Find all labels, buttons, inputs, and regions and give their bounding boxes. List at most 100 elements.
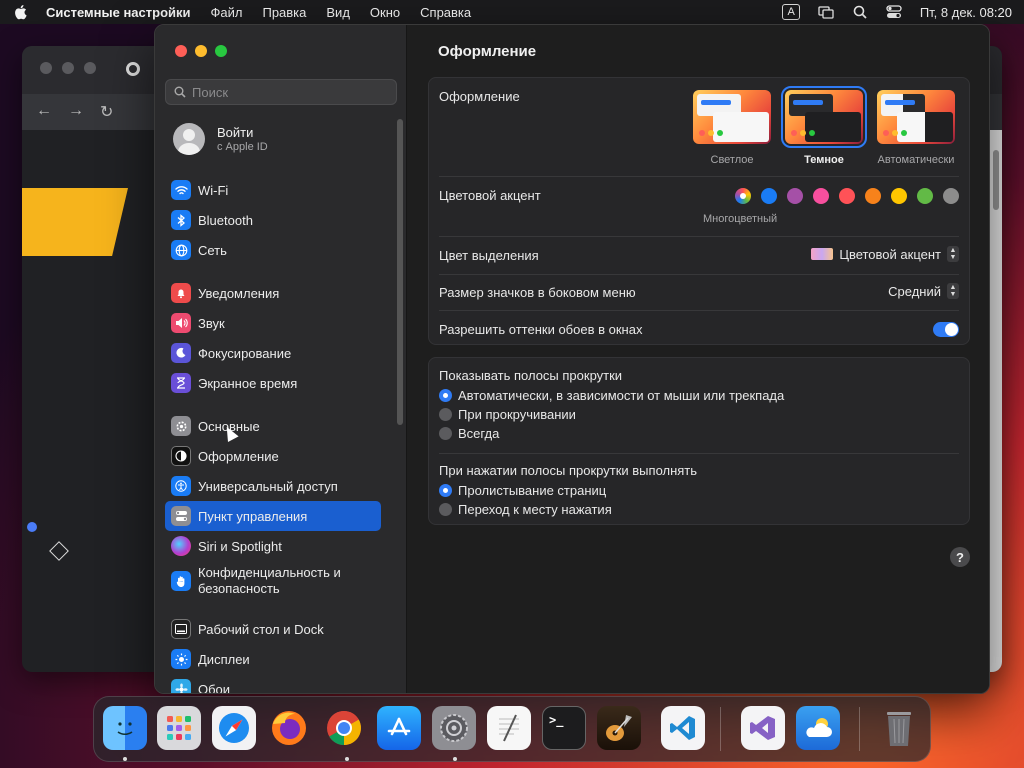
accent-orange-swatch[interactable]: [865, 188, 881, 204]
sidebar-item-wallpaper[interactable]: Обои: [165, 674, 381, 693]
dock: >_: [93, 696, 931, 762]
scrollbar-thumb[interactable]: [993, 150, 999, 210]
theme-dark-thumbnail[interactable]: [781, 86, 867, 148]
accent-multicolor-swatch[interactable]: [735, 188, 751, 204]
accessibility-icon: [171, 476, 191, 496]
minimize-window-button[interactable]: [195, 45, 207, 57]
sidebar-item-appearance[interactable]: Оформление: [165, 441, 381, 471]
running-indicator: [345, 757, 349, 761]
launchpad-icon[interactable]: [157, 706, 201, 750]
sidebar-item-label: Сеть: [198, 242, 227, 258]
menu-window[interactable]: Окно: [370, 5, 400, 20]
textedit-icon[interactable]: [487, 706, 531, 750]
theme-dark-option[interactable]: Темное: [781, 86, 867, 166]
sidebar-item-notifications[interactable]: Уведомления: [165, 278, 381, 308]
radio-button[interactable]: [439, 427, 452, 440]
browser-scrollbar[interactable]: [990, 130, 1002, 672]
radio-button[interactable]: [439, 408, 452, 421]
radio-button[interactable]: [439, 503, 452, 516]
vscode-icon[interactable]: [661, 706, 705, 750]
highlight-color-popup[interactable]: Цветовой акцент ▲ ▼: [811, 246, 959, 262]
forward-arrow-icon[interactable]: →: [68, 102, 84, 120]
close-window-button[interactable]: [175, 45, 187, 57]
search-field[interactable]: [165, 79, 397, 105]
sidebar-item-label: Siri и Spotlight: [198, 538, 282, 554]
sidebar-item-sound[interactable]: Звук: [165, 308, 381, 338]
radio-label: Переход к месту нажатия: [458, 502, 612, 517]
accent-yellow-swatch[interactable]: [891, 188, 907, 204]
terminal-icon[interactable]: >_: [542, 706, 586, 750]
accent-red-swatch[interactable]: [839, 188, 855, 204]
spotlight-search-icon[interactable]: [852, 5, 868, 19]
sidebar-scrollbar[interactable]: [397, 119, 403, 425]
running-indicator: [123, 757, 127, 761]
menu-view[interactable]: Вид: [326, 5, 350, 20]
trash-icon[interactable]: [877, 706, 921, 750]
theme-light-label: Светлое: [710, 154, 754, 166]
menu-bar: Системные настройки Файл Правка Вид Окно…: [0, 0, 1024, 24]
sidebar-item-wifi[interactable]: Wi-Fi: [165, 175, 381, 205]
sidebar-item-network[interactable]: Сеть: [165, 235, 381, 265]
account-subtitle: с Apple ID: [217, 141, 268, 153]
input-source-icon[interactable]: A: [782, 4, 800, 20]
accent-green-swatch[interactable]: [917, 188, 933, 204]
finder-icon[interactable]: [103, 706, 147, 750]
menu-edit[interactable]: Правка: [262, 5, 306, 20]
safari-icon[interactable]: [212, 706, 256, 750]
chrome-icon[interactable]: [322, 706, 366, 750]
app-store-icon[interactable]: [377, 706, 421, 750]
scrollbars-when-scrolling-radio[interactable]: При прокручивании: [439, 407, 576, 422]
appearance-settings-group: Оформление Светлое Темное Автоматически …: [428, 77, 970, 345]
accent-blue-swatch[interactable]: [761, 188, 777, 204]
sidebar-item-screen-time[interactable]: Экранное время: [165, 368, 381, 398]
theme-auto-option[interactable]: Автоматически: [876, 90, 956, 166]
apple-icon[interactable]: [12, 4, 28, 20]
menu-clock[interactable]: Пт, 8 дек. 08:20: [920, 5, 1012, 20]
scrollbars-auto-radio[interactable]: Автоматически, в зависимости от мыши или…: [439, 388, 784, 403]
sidebar-item-focus[interactable]: Фокусирование: [165, 338, 381, 368]
system-settings-icon[interactable]: [432, 706, 476, 750]
sidebar-item-label: Wi-Fi: [198, 182, 229, 198]
garageband-icon[interactable]: [597, 706, 641, 750]
radio-button[interactable]: [439, 389, 452, 402]
control-center-menu-icon[interactable]: [886, 5, 902, 19]
sidebar-icon-size-popup[interactable]: Средний ▲ ▼: [888, 283, 959, 299]
firefox-icon[interactable]: [267, 706, 311, 750]
reload-icon[interactable]: ↻: [100, 102, 113, 122]
sidebar-item-bluetooth[interactable]: Bluetooth: [165, 205, 381, 235]
click-next-page-radio[interactable]: Пролистывание страниц: [439, 483, 606, 498]
apple-id-account[interactable]: Войти с Apple ID: [173, 123, 268, 155]
back-arrow-icon[interactable]: ←: [36, 102, 52, 120]
sidebar-item-desktop-dock[interactable]: Рабочий стол и Dock: [165, 614, 381, 644]
sidebar-item-displays[interactable]: Дисплеи: [165, 644, 381, 674]
search-input[interactable]: [192, 84, 382, 100]
sidebar-item-accessibility[interactable]: Универсальный доступ: [165, 471, 381, 501]
sidebar-item-label: Уведомления: [198, 285, 280, 301]
accent-purple-swatch[interactable]: [787, 188, 803, 204]
radio-button[interactable]: [439, 484, 452, 497]
zoom-window-button[interactable]: [215, 45, 227, 57]
screen-mirroring-icon[interactable]: [818, 5, 834, 19]
accent-graphite-swatch[interactable]: [943, 188, 959, 204]
click-jump-to-spot-radio[interactable]: Переход к месту нажатия: [439, 502, 612, 517]
menu-help[interactable]: Справка: [420, 5, 471, 20]
sidebar-item-control-center[interactable]: Пункт управления: [165, 501, 381, 531]
system-settings-window: Войти с Apple ID Wi-Fi Bluetooth: [154, 24, 990, 694]
sidebar-item-siri-spotlight[interactable]: Siri и Spotlight: [165, 531, 381, 561]
scrollbar-settings-group: Показывать полосы прокрутки Автоматическ…: [428, 357, 970, 525]
wallpaper-tinting-toggle[interactable]: [933, 322, 959, 337]
theme-light-option[interactable]: Светлое: [692, 90, 772, 166]
menu-file[interactable]: Файл: [211, 5, 243, 20]
divider: [439, 310, 959, 311]
sidebar-item-general[interactable]: Основные: [165, 411, 381, 441]
theme-auto-thumbnail[interactable]: [877, 90, 955, 144]
chevron-updown-icon: ▲ ▼: [947, 283, 959, 299]
weather-icon[interactable]: [796, 706, 840, 750]
theme-light-thumbnail[interactable]: [693, 90, 771, 144]
accent-pink-swatch[interactable]: [813, 188, 829, 204]
menu-app-name[interactable]: Системные настройки: [46, 5, 191, 20]
help-button[interactable]: ?: [950, 547, 970, 567]
scrollbars-always-radio[interactable]: Всегда: [439, 426, 499, 441]
visual-studio-icon[interactable]: [741, 706, 785, 750]
sidebar-item-privacy-security[interactable]: Конфиденциальность и безопасность: [165, 561, 381, 601]
